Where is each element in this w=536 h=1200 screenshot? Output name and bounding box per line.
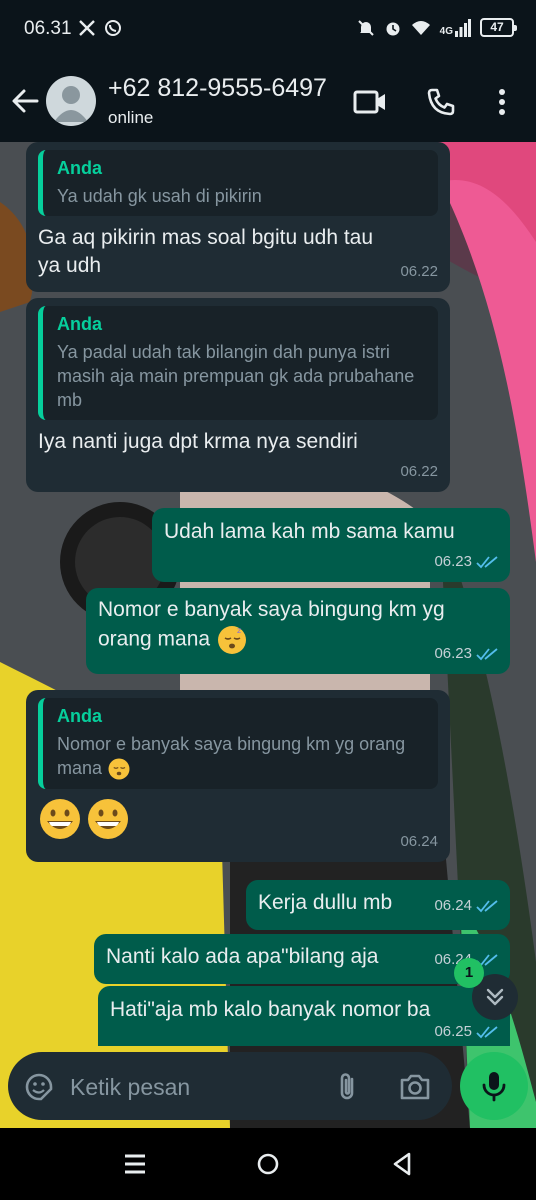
message-time: 06.25 xyxy=(434,1023,472,1040)
battery-indicator: 47 xyxy=(480,18,517,37)
status-bar: 06.31 4G 47 xyxy=(0,0,536,62)
quote-author: Anda xyxy=(57,314,102,334)
grinning-face-emoji-icon xyxy=(40,799,80,840)
message-list[interactable]: Anda Ya udah gk usah di pikirin Ga aq pi… xyxy=(0,142,536,1046)
quote-text: Ya padal udah tak bilangin dah punya ist… xyxy=(57,342,415,410)
wifi-icon xyxy=(411,20,430,35)
read-receipt-icon xyxy=(476,556,498,569)
read-receipt-icon xyxy=(476,1026,498,1039)
message-time: 06.24 xyxy=(434,897,472,914)
voice-message-button[interactable] xyxy=(460,1052,528,1120)
quoted-message[interactable]: Anda Ya padal udah tak bilangin dah puny… xyxy=(38,306,438,420)
message-time: 06.23 xyxy=(434,553,472,570)
message-input[interactable] xyxy=(70,1072,320,1102)
chat-header: +62 812-9555-6497 online xyxy=(0,62,536,142)
mic-icon xyxy=(482,1072,506,1102)
svg-text:z: z xyxy=(237,626,241,635)
whatsapp-icon xyxy=(105,20,121,36)
recents-button[interactable] xyxy=(117,1148,153,1180)
status-time: 06.31 xyxy=(24,18,72,39)
network-label: 4G xyxy=(439,25,453,37)
message-text: Ga aq pikirin mas soal bgitu udh tau ya … xyxy=(38,226,374,277)
voice-call-button[interactable] xyxy=(421,82,461,122)
recents-icon xyxy=(125,1154,145,1174)
more-options-button[interactable] xyxy=(482,82,522,122)
contact-status: online xyxy=(108,108,154,127)
message-composer xyxy=(8,1052,452,1120)
attach-button[interactable] xyxy=(330,1070,364,1104)
back-arrow-icon xyxy=(12,89,39,113)
message-time: 06.22 xyxy=(400,463,438,480)
quote-author: Anda xyxy=(57,706,102,726)
back-button[interactable] xyxy=(10,86,40,116)
default-avatar-icon xyxy=(54,86,88,122)
attach-icon xyxy=(340,1073,354,1100)
quote-author: Anda xyxy=(57,158,102,178)
x-icon xyxy=(79,20,95,36)
message-bubble-incoming[interactable]: Anda Ya padal udah tak bilangin dah puny… xyxy=(26,298,450,492)
message-bubble-outgoing[interactable]: Udah lama kah mb sama kamu 06.23 xyxy=(152,508,510,582)
more-options-icon xyxy=(499,89,505,115)
contact-name[interactable]: +62 812-9555-6497 xyxy=(108,74,327,103)
camera-icon xyxy=(400,1074,430,1100)
grinning-face-emoji-icon xyxy=(88,799,128,840)
message-bubble-outgoing[interactable]: Nomor e banyak saya bingung km yg orang … xyxy=(86,588,510,674)
back-icon xyxy=(393,1152,411,1176)
avatar[interactable] xyxy=(46,76,96,126)
system-navigation-bar xyxy=(0,1128,536,1200)
message-text: Udah lama kah mb sama kamu xyxy=(164,520,455,543)
emoji-message xyxy=(38,797,438,849)
sticker-icon xyxy=(25,1073,53,1101)
voice-call-icon xyxy=(427,88,455,116)
quoted-message[interactable]: Anda Nomor e banyak saya bingung km yg o… xyxy=(38,698,438,790)
mute-icon xyxy=(357,19,374,36)
video-call-button[interactable] xyxy=(350,82,390,122)
message-bubble-outgoing[interactable]: Hati"aja mb kalo banyak nomor ba 06.25 xyxy=(98,986,510,1046)
quoted-message[interactable]: Anda Ya udah gk usah di pikirin xyxy=(38,150,438,216)
home-icon xyxy=(257,1153,279,1175)
signal-icon xyxy=(455,18,471,37)
quote-text: Nomor e banyak saya bingung km yg orang … xyxy=(57,732,426,781)
message-time: 06.24 xyxy=(400,833,438,850)
read-receipt-icon xyxy=(476,648,498,661)
message-text: Iya nanti juga dpt krma nya sendiri xyxy=(38,430,358,453)
nav-back-button[interactable] xyxy=(384,1148,420,1180)
message-bubble-outgoing[interactable]: Nanti kalo ada apa"bilang aja 06.24 xyxy=(94,934,510,984)
message-time: 06.22 xyxy=(400,263,438,280)
unread-count-badge: 1 xyxy=(454,958,484,988)
sleeping-face-emoji-icon xyxy=(108,758,130,780)
quote-text: Ya udah gk usah di pikirin xyxy=(57,186,262,206)
camera-button[interactable] xyxy=(398,1070,432,1104)
message-bubble-incoming[interactable]: Anda Nomor e banyak saya bingung km yg o… xyxy=(26,690,450,862)
read-receipt-icon xyxy=(476,900,498,913)
double-chevron-down-icon xyxy=(486,988,504,1006)
message-bubble-incoming[interactable]: Anda Ya udah gk usah di pikirin Ga aq pi… xyxy=(26,142,450,292)
message-time: 06.23 xyxy=(434,645,472,662)
message-bubble-outgoing[interactable]: Kerja dullu mb 06.24 xyxy=(246,880,510,930)
alarm-icon xyxy=(386,22,400,35)
home-button[interactable] xyxy=(250,1148,286,1180)
sleeping-face-emoji-icon: z xyxy=(217,626,246,654)
sticker-button[interactable] xyxy=(22,1070,56,1104)
video-call-icon xyxy=(353,90,385,114)
